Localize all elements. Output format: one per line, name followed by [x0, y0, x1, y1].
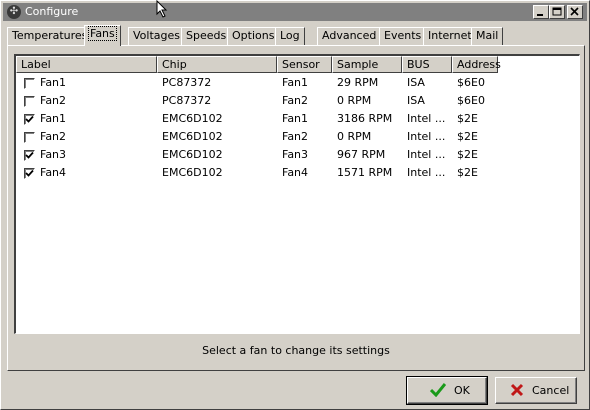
column-header-label[interactable]: Label	[16, 56, 157, 73]
cell-bus: Intel ...	[407, 148, 446, 161]
table-row[interactable]: Fan3 EMC6D102 Fan3 967 RPM Intel ... $2E	[16, 146, 579, 164]
ok-button[interactable]: OK	[406, 376, 488, 405]
cell-sensor: Fan1	[282, 112, 309, 125]
cell-label: Fan1	[40, 112, 67, 125]
row-checkbox[interactable]	[24, 96, 35, 107]
table-row[interactable]: Fan2 EMC6D102 Fan2 0 RPM Intel ... $2E	[16, 128, 579, 146]
column-header-sensor[interactable]: Sensor	[277, 56, 332, 73]
table-row[interactable]: Fan2 PC87372 Fan2 0 RPM ISA $6E0	[16, 92, 579, 110]
cell-bus: ISA	[407, 76, 425, 89]
column-header-chip[interactable]: Chip	[157, 56, 277, 73]
cancel-button[interactable]: Cancel	[495, 377, 577, 404]
ok-button-label: OK	[454, 384, 470, 397]
mouse-cursor-icon	[156, 0, 168, 18]
checkmark-icon	[25, 151, 34, 159]
row-checkbox[interactable]	[24, 168, 35, 179]
cell-address: $6E0	[457, 76, 485, 89]
gear-icon[interactable]: ✣	[7, 5, 21, 19]
tab-advanced[interactable]: Advanced	[317, 27, 382, 45]
status-hint: Select a fan to change its settings	[202, 344, 390, 357]
column-header-bus[interactable]: BUS	[402, 56, 452, 73]
row-checkbox[interactable]	[24, 114, 35, 125]
cell-sensor: Fan4	[282, 166, 309, 179]
maximize-button[interactable]	[549, 5, 565, 19]
cell-chip: EMC6D102	[162, 148, 223, 161]
window-title: Configure	[25, 5, 79, 18]
tab-events[interactable]: Events	[379, 27, 427, 45]
tab-mail[interactable]: Mail	[471, 27, 504, 45]
cell-label: Fan2	[40, 130, 67, 143]
cell-address: $2E	[457, 112, 478, 125]
cell-address: $6E0	[457, 94, 485, 107]
cell-sample: 0 RPM	[337, 94, 372, 107]
cell-chip: PC87372	[162, 94, 212, 107]
close-icon	[570, 7, 579, 16]
tab-temperatures[interactable]: Temperatures	[7, 27, 93, 45]
cell-chip: EMC6D102	[162, 166, 223, 179]
cell-sample: 0 RPM	[337, 130, 372, 143]
cell-bus: ISA	[407, 94, 425, 107]
cell-label: Fan3	[40, 148, 67, 161]
tab-voltages[interactable]: Voltages	[128, 27, 185, 45]
table-row[interactable]: Fan1 PC87372 Fan1 29 RPM ISA $6E0	[16, 74, 579, 92]
cell-sample: 29 RPM	[337, 76, 379, 89]
cell-sample: 3186 RPM	[337, 112, 393, 125]
cell-sample: 1571 RPM	[337, 166, 393, 179]
list-header: Label Chip Sensor Sample BUS Address	[16, 56, 579, 73]
cell-sensor: Fan3	[282, 148, 309, 161]
checkmark-icon	[25, 115, 34, 123]
table-row[interactable]: Fan1 EMC6D102 Fan1 3186 RPM Intel ... $2…	[16, 110, 579, 128]
cell-chip: PC87372	[162, 76, 212, 89]
cell-bus: Intel ...	[407, 112, 446, 125]
cell-chip: EMC6D102	[162, 112, 223, 125]
cell-sensor: Fan2	[282, 130, 309, 143]
configure-window: ✣ Configure Temperatures Fans Voltages S…	[0, 0, 590, 410]
tab-fans[interactable]: Fans	[84, 25, 121, 46]
row-checkbox[interactable]	[24, 150, 35, 161]
minimize-button[interactable]	[533, 5, 549, 19]
maximize-icon	[552, 7, 562, 16]
minimize-icon	[537, 14, 543, 16]
cell-sensor: Fan2	[282, 94, 309, 107]
checkmark-icon	[25, 169, 34, 177]
cell-address: $2E	[457, 166, 478, 179]
tab-internet[interactable]: Internet	[423, 27, 477, 45]
tab-log[interactable]: Log	[275, 27, 305, 45]
column-header-sample[interactable]: Sample	[332, 56, 402, 73]
cell-label: Fan2	[40, 94, 67, 107]
row-checkbox[interactable]	[24, 78, 35, 89]
title-bar[interactable]: ✣ Configure	[3, 3, 587, 21]
cancel-button-label: Cancel	[532, 384, 570, 397]
cell-bus: Intel ...	[407, 166, 446, 179]
cell-label: Fan1	[40, 76, 67, 89]
tab-speeds[interactable]: Speeds	[181, 27, 232, 45]
cell-address: $2E	[457, 130, 478, 143]
cell-chip: EMC6D102	[162, 130, 223, 143]
row-checkbox[interactable]	[24, 132, 35, 143]
check-icon	[430, 383, 446, 397]
cross-icon	[510, 383, 524, 397]
fan-list[interactable]: Label Chip Sensor Sample BUS Address Fan…	[14, 54, 580, 334]
close-button[interactable]	[567, 5, 583, 19]
cell-label: Fan4	[40, 166, 67, 179]
cell-address: $2E	[457, 148, 478, 161]
cell-sensor: Fan1	[282, 76, 309, 89]
tab-options[interactable]: Options	[227, 27, 280, 45]
column-header-address[interactable]: Address	[452, 56, 501, 73]
fans-panel: Label Chip Sensor Sample BUS Address Fan…	[7, 45, 585, 371]
table-row[interactable]: Fan4 EMC6D102 Fan4 1571 RPM Intel ... $2…	[16, 164, 579, 182]
cell-sample: 967 RPM	[337, 148, 386, 161]
cell-bus: Intel ...	[407, 130, 446, 143]
